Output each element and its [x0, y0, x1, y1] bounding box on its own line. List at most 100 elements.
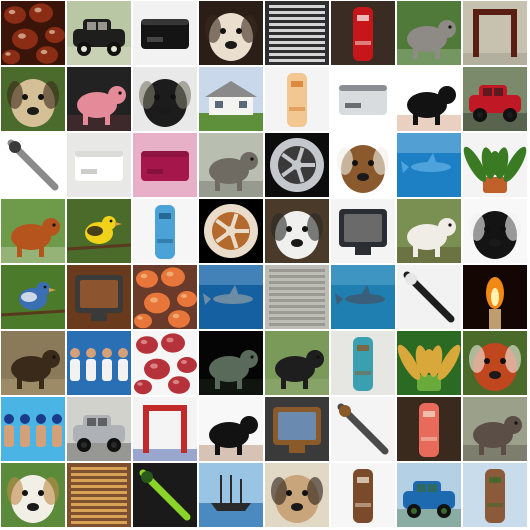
piggy-bank-image	[67, 67, 131, 131]
computer-desk-image	[265, 397, 329, 461]
blue-jay-image-graphic	[1, 265, 65, 329]
entertainment-center-image	[67, 265, 131, 329]
clumber-spaniel-image-graphic	[1, 463, 65, 527]
lotion-tube-image	[265, 67, 329, 131]
crt-television-image-graphic	[331, 199, 395, 263]
corkscrew-image-graphic	[1, 133, 65, 197]
red-scooter-image-graphic	[463, 67, 527, 131]
pug-image	[265, 463, 329, 527]
husky-image	[265, 199, 329, 263]
pineapple-image-graphic	[397, 331, 461, 395]
wolfhound-image	[397, 1, 461, 65]
totem-pole-image	[463, 463, 527, 527]
clumber-spaniel-image	[1, 463, 65, 527]
red-mailbox-image-graphic	[331, 1, 395, 65]
poodle-image	[199, 1, 263, 65]
black-device-image	[133, 1, 197, 65]
silver-sedan-image-graphic	[67, 397, 131, 461]
corkscrew-image	[1, 133, 65, 197]
pineapple-image	[397, 331, 461, 395]
hammerhead-shark-image	[199, 265, 263, 329]
revolver-image-graphic	[331, 397, 395, 461]
hurdle-jumper-image-graphic	[133, 397, 197, 461]
folded-towel-image	[133, 133, 197, 197]
entertainment-center-image-graphic	[67, 265, 131, 329]
shark-underwater-image	[397, 133, 461, 197]
mushroom-image-graphic	[397, 397, 461, 461]
bernese-dog-image	[397, 67, 461, 131]
racket-image	[397, 265, 461, 329]
lotion-tube-image-graphic	[265, 67, 329, 131]
ceramic-jug-image	[331, 463, 395, 527]
rottweiler-image-graphic	[199, 397, 263, 461]
hurdle-jumper-image	[133, 397, 197, 461]
shark-swimming-image	[331, 265, 395, 329]
nautilus-shell-image-graphic	[199, 199, 263, 263]
image-grid	[1, 1, 529, 529]
vintage-car-image-graphic	[67, 1, 131, 65]
swimmers-image	[1, 397, 65, 461]
blue-truck-image-graphic	[397, 463, 461, 527]
green-snake-image-graphic	[133, 463, 197, 527]
beagle-image-graphic	[331, 133, 395, 197]
coral-image	[133, 265, 197, 329]
nautilus-shell-image	[199, 199, 263, 263]
mop-closet-image-graphic	[331, 331, 395, 395]
goldfinch-image	[67, 199, 131, 263]
white-house-image	[199, 67, 263, 131]
figs-image-graphic	[133, 331, 197, 395]
bakery-shelves-image-graphic	[67, 463, 131, 527]
mop-closet-image	[331, 331, 395, 395]
bernese-dog-image-graphic	[397, 67, 461, 131]
sailing-ship-image	[199, 463, 263, 527]
swimmers-image-graphic	[1, 397, 65, 461]
potted-plant-image	[463, 133, 527, 197]
radiator-grille-image-graphic	[265, 1, 329, 65]
water-buffalo-image	[265, 331, 329, 395]
saint-bernard-image-graphic	[1, 199, 65, 263]
wooden-gallows-image-graphic	[463, 1, 527, 65]
saint-bernard-image	[1, 199, 65, 263]
pointer-dog-image	[397, 199, 461, 263]
husky-image-graphic	[265, 199, 329, 263]
white-house-image-graphic	[199, 67, 263, 131]
figs-image	[133, 331, 197, 395]
pug-image-graphic	[265, 463, 329, 527]
volleyball-image	[67, 331, 131, 395]
wombat-image-graphic	[463, 397, 527, 461]
crt-television-image	[331, 199, 395, 263]
sea-turtle-image	[199, 331, 263, 395]
shark-swimming-image-graphic	[331, 265, 395, 329]
porcupine-image-graphic	[1, 331, 65, 395]
teapot-image-graphic	[133, 199, 197, 263]
alloy-wheel-image-graphic	[265, 133, 329, 197]
gibbon-image	[1, 67, 65, 131]
shower-curtain-image-graphic	[265, 265, 329, 329]
wolfhound-image-graphic	[397, 1, 461, 65]
hammerhead-shark-image-graphic	[199, 265, 263, 329]
vintage-car-image	[67, 1, 131, 65]
red-mailbox-image	[331, 1, 395, 65]
silver-sedan-image	[67, 397, 131, 461]
alloy-wheel-image	[265, 133, 329, 197]
teapot-image	[133, 199, 197, 263]
racket-image-graphic	[397, 265, 461, 329]
projector-image-graphic	[331, 67, 395, 131]
volleyball-image-graphic	[67, 331, 131, 395]
boston-terrier-image	[463, 199, 527, 263]
sea-turtle-image-graphic	[199, 331, 263, 395]
red-panda-image-graphic	[463, 331, 527, 395]
green-snake-image	[133, 463, 197, 527]
coral-image-graphic	[133, 265, 197, 329]
poodle-image-graphic	[199, 1, 263, 65]
water-buffalo-image-graphic	[265, 331, 329, 395]
shower-curtain-image	[265, 265, 329, 329]
beagle-image	[331, 133, 395, 197]
folded-towel-image-graphic	[133, 133, 197, 197]
blue-jay-image	[1, 265, 65, 329]
black-device-image-graphic	[133, 1, 197, 65]
porcupine-image	[1, 331, 65, 395]
totem-pole-image-graphic	[463, 463, 527, 527]
shark-underwater-image-graphic	[397, 133, 461, 197]
wooden-gallows-image	[463, 1, 527, 65]
